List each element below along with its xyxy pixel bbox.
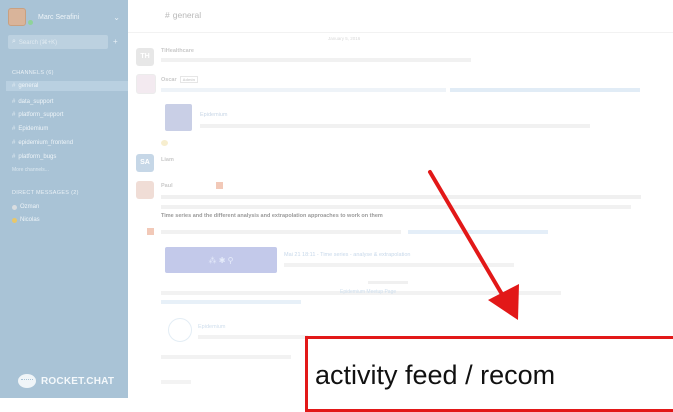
annotation-label: activity feed / recom: [315, 360, 556, 390]
